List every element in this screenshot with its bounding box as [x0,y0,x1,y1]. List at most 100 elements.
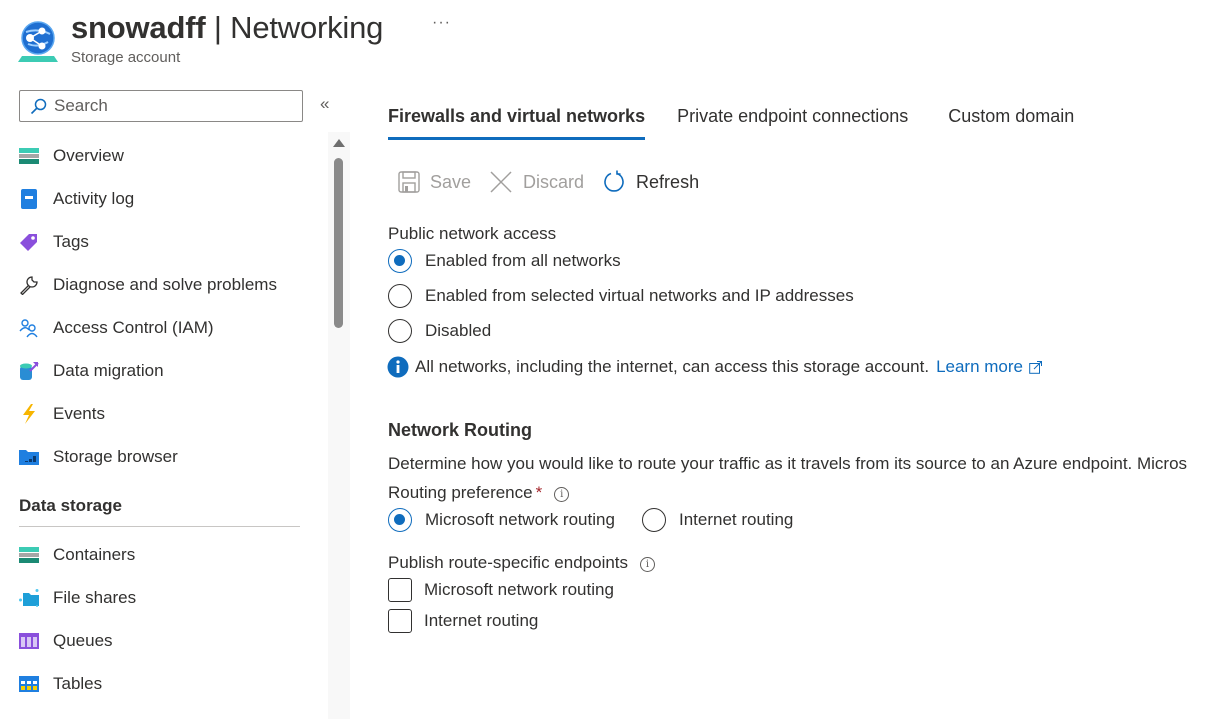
search-input[interactable] [54,96,294,116]
radio-internet-routing[interactable]: Internet routing [642,508,793,532]
storage-account-globe-icon [18,21,58,62]
radio-button[interactable] [388,508,412,532]
menu-item-diagnose[interactable]: Diagnose and solve problems [0,263,330,306]
tab-custom-domain[interactable]: Custom domain [948,106,1074,140]
networking-tabs: Firewalls and virtual networks Private e… [388,106,1106,140]
checkbox-publish-internet-routing[interactable]: Internet routing [388,609,538,633]
menu-item-events[interactable]: Events [0,392,330,435]
menu-search[interactable] [19,90,303,122]
menu-item-tags[interactable]: Tags [0,220,330,263]
info-icon[interactable]: i [554,487,570,502]
resource-menu: « Overview Activity log Tags Diagnose an… [0,84,350,719]
containers-icon [19,545,39,565]
menu-item-overview[interactable]: Overview [0,134,330,177]
discard-button[interactable]: Discard [489,170,584,194]
radio-button[interactable] [388,319,412,343]
people-icon [19,318,39,338]
menu-section-data-storage: Data storage [19,496,300,527]
page-title: snowadff | Networking [71,10,383,46]
routing-preference-text: Routing preference [388,483,533,502]
file-shares-icon [19,588,39,608]
checkbox[interactable] [388,609,412,633]
routing-preference-label: Routing preference * i [388,483,570,503]
more-options-button[interactable]: ··· [432,14,451,32]
collapse-menu-button[interactable]: « [320,94,329,114]
menu-item-label: Tags [53,231,89,251]
publish-endpoints-text: Publish route-specific endpoints [388,553,629,572]
external-link-icon [1029,360,1042,374]
discard-icon [490,171,512,193]
menu-item-label: Events [53,403,105,423]
menu-item-label: Data migration [53,360,164,380]
scroll-thumb[interactable] [334,158,343,328]
learn-more-link[interactable]: Learn more [936,357,1023,377]
search-icon [30,98,47,114]
network-routing-description: Determine how you would like to route yo… [388,454,1188,473]
checkbox[interactable] [388,578,412,602]
tag-icon [19,232,39,252]
radio-disabled[interactable]: Disabled [388,319,491,343]
radio-label: Microsoft network routing [425,510,615,529]
tab-private-endpoint-connections[interactable]: Private endpoint connections [677,106,908,140]
menu-item-label: Access Control (IAM) [53,317,214,337]
menu-item-storage-browser[interactable]: Storage browser [0,435,330,478]
menu-item-label: Containers [53,544,136,564]
radio-microsoft-network-routing[interactable]: Microsoft network routing [388,508,615,532]
overview-icon [19,146,39,166]
refresh-icon [604,170,624,192]
radio-label: Internet routing [679,510,794,529]
menu-item-activity-log[interactable]: Activity log [0,177,330,220]
checkbox-label: Internet routing [424,611,539,630]
menu-items: Overview Activity log Tags Diagnose and … [0,134,330,478]
menu-item-label: Diagnose and solve problems [53,274,277,294]
menu-item-iam[interactable]: Access Control (IAM) [0,306,330,349]
refresh-label: Refresh [636,171,700,192]
save-button[interactable]: Save [398,171,471,193]
checkbox-publish-microsoft-routing[interactable]: Microsoft network routing [388,578,614,602]
publish-endpoints-label: Publish route-specific endpoints i [388,553,656,573]
radio-label: Enabled from selected virtual networks a… [425,286,854,305]
radio-enabled-selected-networks[interactable]: Enabled from selected virtual networks a… [388,284,854,308]
title-separator: | [205,10,231,45]
data-storage-items: Containers File shares Queues Tables [0,533,330,705]
menu-item-tables[interactable]: Tables [0,662,330,705]
menu-item-containers[interactable]: Containers [0,533,330,576]
menu-item-data-migration[interactable]: Data migration [0,349,330,392]
save-icon [398,171,420,193]
radio-enabled-all-networks[interactable]: Enabled from all networks [388,249,621,273]
command-bar: Save Discard Refresh [398,170,717,194]
menu-item-label: File shares [53,587,137,607]
wrench-icon [19,275,39,295]
radio-button[interactable] [388,284,412,308]
resource-type: Storage account [71,49,181,66]
page-header: snowadff | Networking Storage account ··… [18,6,498,70]
menu-item-queues[interactable]: Queues [0,619,330,662]
public-access-info: All networks, including the internet, ca… [387,356,1042,378]
radio-button[interactable] [388,249,412,273]
menu-scrollbar[interactable] [328,132,350,719]
tables-icon [19,674,39,694]
menu-item-file-shares[interactable]: File shares [0,576,330,619]
radio-label: Enabled from all networks [425,251,621,270]
required-indicator: * [535,483,543,502]
menu-item-label: Storage browser [53,446,178,466]
info-text: All networks, including the internet, ca… [415,357,930,376]
save-label: Save [430,171,472,192]
radio-button[interactable] [642,508,666,532]
refresh-button[interactable]: Refresh [602,170,699,194]
network-routing-title: Network Routing [388,420,532,440]
networking-content: Firewalls and virtual networks Private e… [350,84,1220,719]
scroll-up-arrow[interactable] [333,139,345,147]
menu-item-label: Activity log [53,188,135,208]
checkbox-label: Microsoft network routing [424,580,614,599]
lightning-icon [19,403,39,424]
queues-icon [19,631,39,651]
menu-item-label: Overview [53,145,124,165]
radio-label: Disabled [425,321,492,340]
info-icon[interactable]: i [640,557,656,572]
data-migration-icon [19,361,39,381]
info-filled-icon [387,356,409,378]
discard-label: Discard [523,171,585,192]
tab-firewalls-and-virtual-networks[interactable]: Firewalls and virtual networks [388,106,646,140]
blade-title: Networking [230,10,384,45]
